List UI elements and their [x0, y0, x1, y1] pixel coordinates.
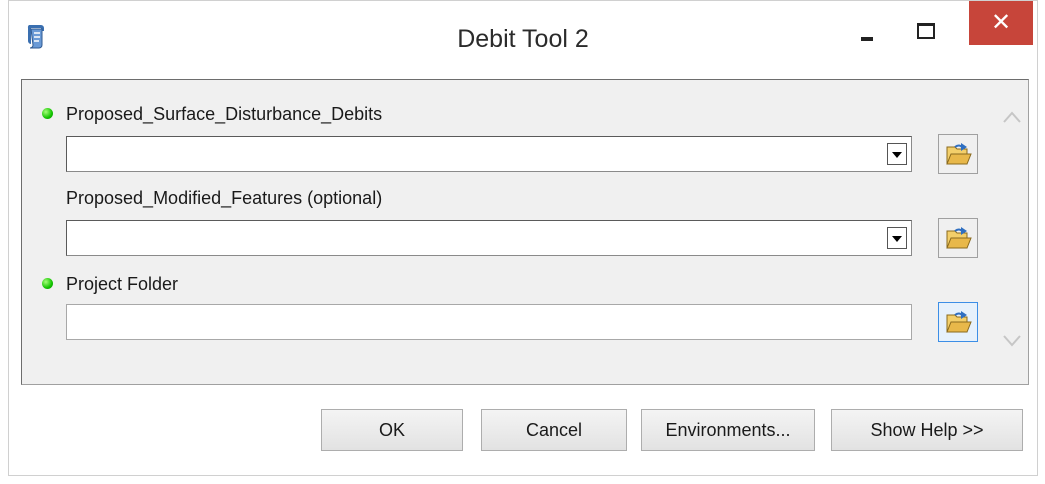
- browse-project-folder-button[interactable]: [938, 302, 978, 342]
- open-folder-icon: [946, 143, 972, 165]
- dropdown-button[interactable]: [887, 227, 907, 249]
- browse-modified-features-button[interactable]: [938, 218, 978, 258]
- cancel-button[interactable]: Cancel: [481, 409, 627, 451]
- browse-surface-disturbance-button[interactable]: [938, 134, 978, 174]
- param-label-modified-features: Proposed_Modified_Features (optional): [66, 188, 383, 208]
- minimize-icon: [861, 37, 873, 41]
- chevron-down-icon: [892, 236, 902, 242]
- param-label-project-folder: Project Folder: [66, 274, 179, 294]
- open-folder-icon: [946, 227, 972, 249]
- required-indicator-icon: [42, 278, 53, 289]
- scroll-up-icon[interactable]: [1002, 110, 1022, 124]
- project-folder-input[interactable]: [66, 304, 912, 340]
- close-icon: ✕: [990, 9, 1012, 36]
- open-folder-icon: [946, 311, 972, 333]
- ok-button[interactable]: OK: [321, 409, 463, 451]
- environments-button[interactable]: Environments...: [641, 409, 815, 451]
- required-indicator-icon: [42, 108, 53, 119]
- title-bar[interactable]: Debit Tool 2 ✕: [9, 1, 1037, 77]
- param-label-surface-disturbance: Proposed_Surface_Disturbance_Debits: [66, 104, 383, 124]
- maximize-icon: [917, 23, 935, 39]
- maximize-button[interactable]: [905, 15, 949, 59]
- scroll-down-icon[interactable]: [1002, 334, 1022, 348]
- close-button[interactable]: ✕: [969, 1, 1033, 45]
- parameters-panel: Proposed_Surface_Disturbance_Debits Prop…: [21, 79, 1029, 385]
- show-help-button[interactable]: Show Help >>: [831, 409, 1023, 451]
- modified-features-combo[interactable]: [66, 220, 912, 256]
- minimize-button[interactable]: [847, 23, 891, 67]
- chevron-down-icon: [892, 152, 902, 158]
- dropdown-button[interactable]: [887, 143, 907, 165]
- surface-disturbance-combo[interactable]: [66, 136, 912, 172]
- tool-dialog-window: Debit Tool 2 ✕ Proposed_Surface_Disturba…: [8, 0, 1038, 476]
